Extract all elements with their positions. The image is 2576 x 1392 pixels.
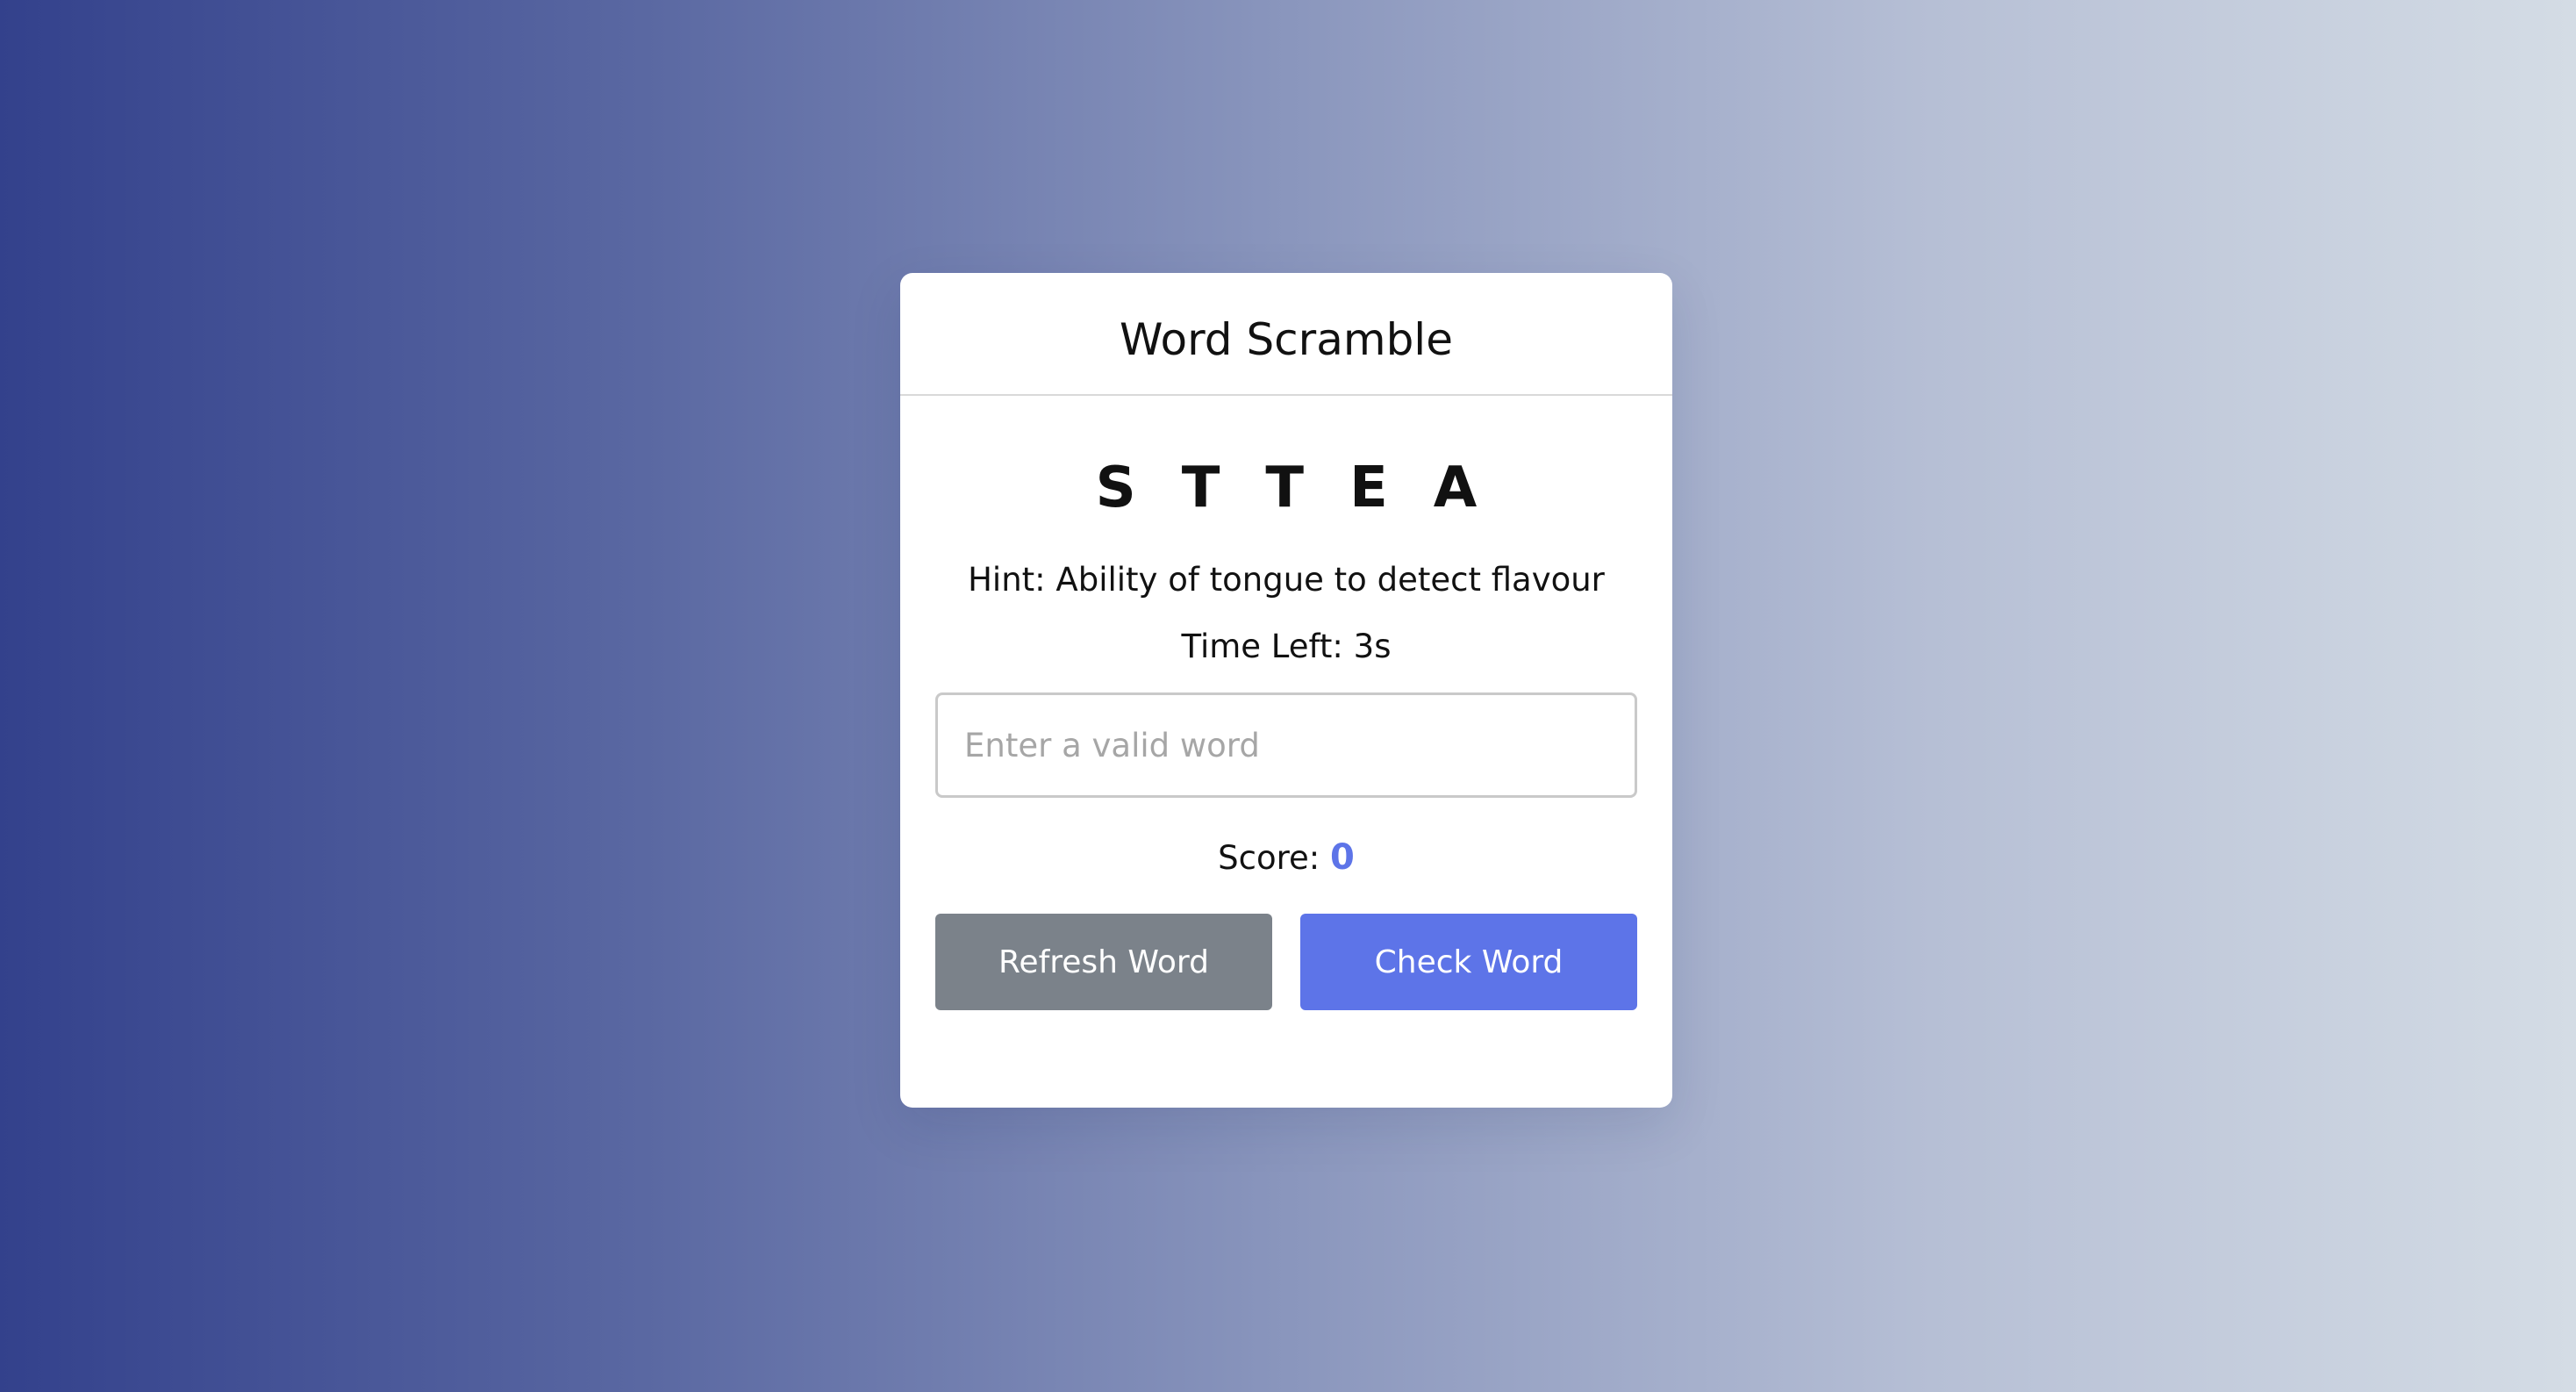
scrambled-letter: A: [1433, 456, 1478, 520]
game-title: Word Scramble: [1120, 314, 1453, 365]
refresh-word-button[interactable]: Refresh Word: [935, 914, 1272, 1010]
hint-label: Hint:: [968, 561, 1046, 599]
hint-line: Hint: Ability of tongue to detect flavou…: [935, 554, 1637, 606]
score-value: 0: [1330, 837, 1355, 878]
scrambled-letter: S: [1095, 456, 1136, 520]
scrambled-letter: T: [1181, 456, 1220, 520]
scrambled-word: S T T E A: [935, 448, 1637, 527]
scrambled-letter: T: [1265, 456, 1305, 520]
card-header: Word Scramble: [900, 273, 1672, 396]
score-label: Score:: [1218, 839, 1320, 877]
button-row: Refresh Word Check Word: [935, 914, 1637, 1010]
game-card: Word Scramble S T T E A Hint: Ability of…: [900, 273, 1672, 1108]
hint-text: Ability of tongue to detect flavour: [1055, 561, 1605, 599]
card-body: S T T E A Hint: Ability of tongue to det…: [900, 448, 1672, 1010]
scrambled-letter: E: [1349, 456, 1388, 520]
word-input[interactable]: [935, 692, 1637, 798]
timer-value: 3s: [1353, 628, 1392, 665]
timer-label: Time Left:: [1181, 628, 1343, 665]
score-line: Score: 0: [935, 831, 1637, 884]
timer-line: Time Left: 3s: [935, 621, 1637, 673]
check-word-button[interactable]: Check Word: [1300, 914, 1637, 1010]
